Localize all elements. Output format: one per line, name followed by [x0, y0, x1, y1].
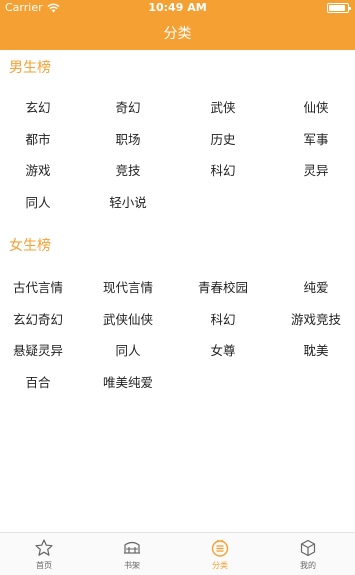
category-item[interactable]: 奇幻 — [84, 97, 172, 116]
tab-label-category: 分类 — [212, 561, 228, 570]
home-icon — [35, 539, 53, 556]
category-item[interactable]: 古代言情 — [0, 277, 82, 296]
category-item[interactable]: 武侠 — [179, 97, 267, 116]
category-item[interactable]: 竞技 — [84, 160, 172, 179]
battery-level — [329, 5, 346, 11]
category-item[interactable]: 游戏 — [0, 160, 82, 179]
tab-profile[interactable]: 我的 — [264, 533, 352, 575]
category-item[interactable]: 游戏竞技 — [272, 309, 355, 328]
category-icon — [211, 539, 229, 557]
category-item[interactable]: 灵异 — [272, 160, 355, 179]
category-item[interactable]: 历史 — [179, 129, 267, 148]
tab-bar: 首页 书架 分类 我的 — [0, 532, 355, 575]
tab-label-bookshelf: 书架 — [124, 561, 140, 570]
category-item[interactable]: 青春校园 — [179, 277, 267, 296]
status-time: 10:49 AM — [148, 1, 207, 14]
battery-icon — [327, 3, 351, 13]
category-item[interactable]: 玄幻 — [0, 97, 82, 116]
profile-icon — [300, 539, 316, 557]
page-title: 分类 — [163, 26, 192, 42]
category-item[interactable]: 科幻 — [179, 160, 267, 179]
category-item[interactable]: 科幻 — [179, 309, 267, 328]
category-item[interactable]: 同人 — [84, 340, 172, 359]
bookshelf-icon — [124, 541, 140, 554]
category-item[interactable]: 职场 — [84, 129, 172, 148]
category-item[interactable]: 百合 — [0, 372, 82, 391]
tab-bookshelf[interactable]: 书架 — [88, 533, 176, 575]
tab-label-home: 首页 — [36, 561, 52, 570]
category-item[interactable]: 悬疑灵异 — [0, 340, 82, 359]
nav-header: Carrier 10:49 AM 分类 — [0, 0, 355, 50]
category-item[interactable]: 现代言情 — [84, 277, 172, 296]
category-item[interactable]: 都市 — [0, 129, 82, 148]
category-item[interactable]: 轻小说 — [84, 192, 172, 211]
category-item[interactable]: 唯美纯爱 — [84, 372, 172, 391]
category-item[interactable]: 军事 — [272, 129, 355, 148]
category-item[interactable]: 女尊 — [179, 340, 267, 359]
category-item[interactable]: 耽美 — [272, 340, 355, 359]
category-item[interactable]: 仙侠 — [272, 97, 355, 116]
female-section-title: 女生榜 — [9, 238, 51, 254]
tab-category[interactable]: 分类 — [176, 533, 264, 575]
category-item[interactable]: 纯爱 — [272, 277, 355, 296]
category-item[interactable]: 同人 — [0, 192, 82, 211]
category-item[interactable]: 武侠仙侠 — [84, 309, 172, 328]
male-section-title: 男生榜 — [9, 60, 51, 76]
status-bar: Carrier 10:49 AM — [0, 0, 355, 16]
category-item[interactable]: 玄幻奇幻 — [0, 309, 82, 328]
tab-label-profile: 我的 — [300, 561, 316, 570]
tab-home[interactable]: 首页 — [0, 533, 88, 575]
